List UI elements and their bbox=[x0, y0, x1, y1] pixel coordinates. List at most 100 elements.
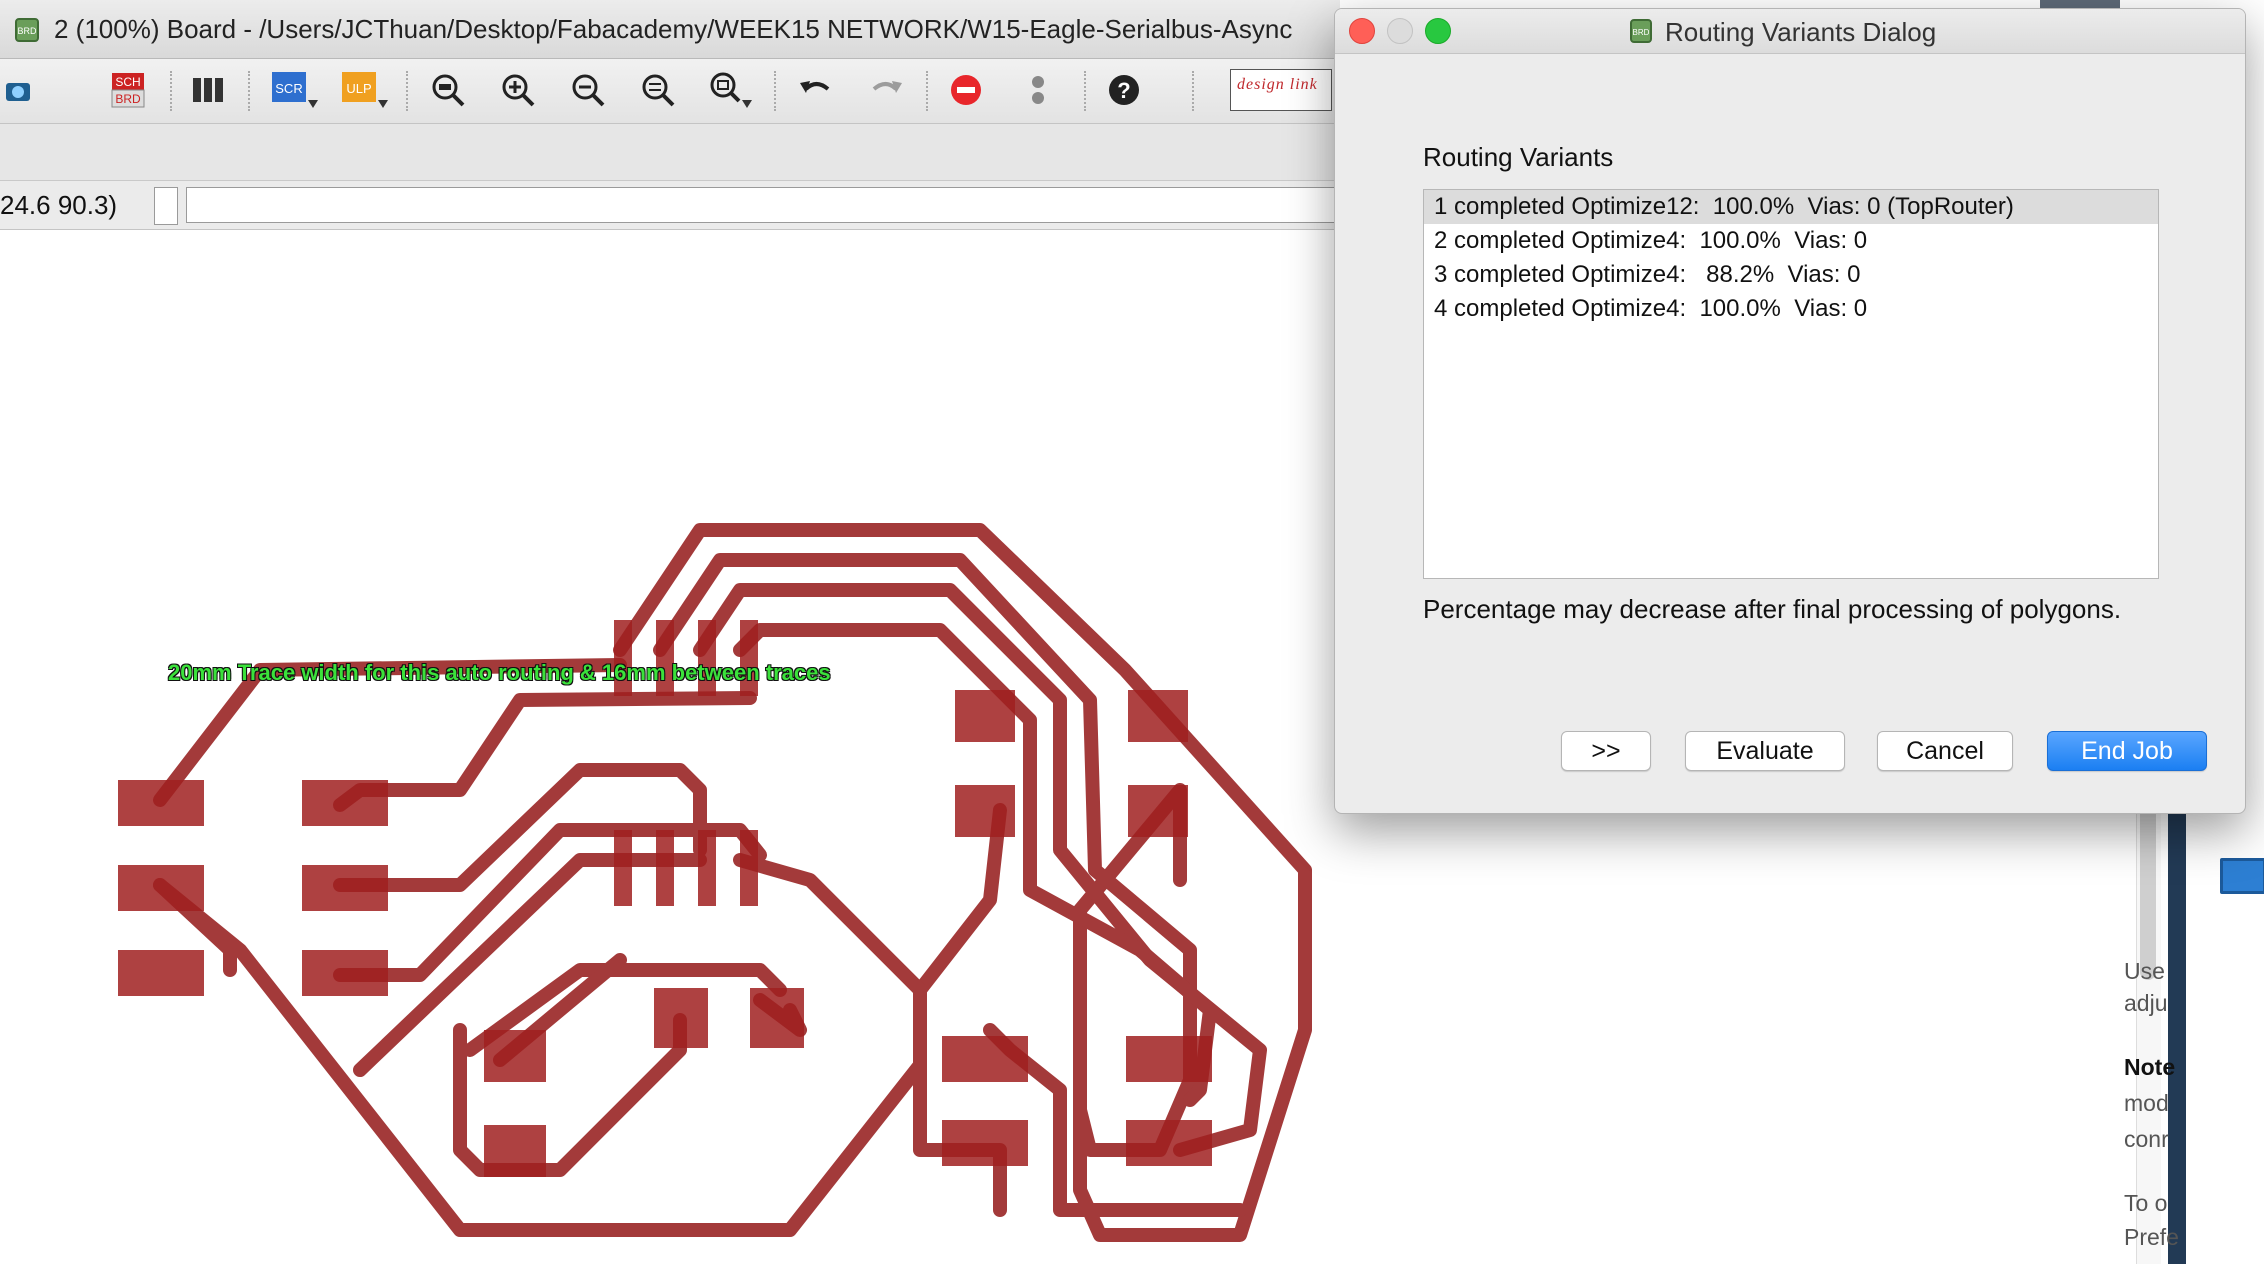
designlink-label: design link bbox=[1237, 76, 1318, 93]
variant-row-2[interactable]: 2 completed Optimize4: 100.0% Vias: 0 bbox=[1424, 224, 2158, 258]
svg-text:?: ? bbox=[1117, 78, 1130, 103]
routing-variants-list[interactable]: 1 completed Optimize12: 100.0% Vias: 0 (… bbox=[1423, 189, 2159, 579]
toolbar-separator bbox=[1192, 71, 1196, 111]
smd-pad bbox=[118, 780, 204, 826]
window-title: 2 (100%) Board - /Users/JCThuan/Desktop/… bbox=[54, 14, 1293, 44]
undo-button[interactable] bbox=[796, 67, 836, 113]
redo-icon bbox=[872, 81, 902, 93]
toolbar-separator bbox=[170, 71, 174, 111]
percentage-note: Percentage may decrease after final proc… bbox=[1423, 594, 2122, 624]
panel-fragment: adju bbox=[2124, 990, 2168, 1016]
panel-fragment: Prefe bbox=[2124, 1224, 2179, 1250]
brd-icon: BRD bbox=[15, 18, 39, 42]
dialog-titlebar: BRD Routing Variants Dialog bbox=[1335, 9, 2245, 54]
zoom-fit-icon bbox=[432, 74, 465, 107]
zoom-window-button[interactable] bbox=[1425, 18, 1451, 44]
cancel-button[interactable]: Cancel bbox=[1877, 731, 2013, 771]
section-label: Routing Variants bbox=[1423, 142, 1614, 172]
variant-row-3[interactable]: 3 completed Optimize4: 88.2% Vias: 0 bbox=[1424, 258, 2158, 292]
smd-pad bbox=[955, 785, 1015, 837]
smd-pad bbox=[942, 1036, 1028, 1082]
trace bbox=[153, 803, 1007, 1237]
scrollbar-thumb[interactable] bbox=[2140, 800, 2156, 980]
ulp-button[interactable]: ULP bbox=[340, 67, 390, 113]
stop-button[interactable] bbox=[946, 67, 986, 113]
svg-text:BRD: BRD bbox=[1633, 28, 1650, 37]
toolbar-separator bbox=[248, 71, 252, 111]
panel-fragment: To o bbox=[2124, 1190, 2168, 1216]
ic-pin bbox=[740, 830, 758, 906]
sch-brd-switch-icon: SCH BRD bbox=[111, 73, 145, 108]
ic-pin bbox=[698, 830, 716, 906]
minimize-window-button[interactable] bbox=[1387, 18, 1413, 44]
trace bbox=[333, 691, 757, 812]
library-button[interactable] bbox=[188, 67, 228, 113]
panel-fragment: mod bbox=[2124, 1090, 2169, 1116]
designlink-logo: design link bbox=[1230, 69, 1332, 111]
smd-pad bbox=[750, 988, 804, 1048]
end-job-button[interactable]: End Job bbox=[2047, 731, 2207, 771]
go-icon bbox=[1032, 76, 1044, 104]
variant-row-4[interactable]: 4 completed Optimize4: 100.0% Vias: 0 bbox=[1424, 292, 2158, 326]
help-icon: ? bbox=[1109, 75, 1139, 105]
smd-pad bbox=[1126, 1120, 1212, 1166]
smd-pad bbox=[302, 780, 388, 826]
variant-text: 1 completed Optimize12: 100.0% Vias: 0 (… bbox=[1434, 193, 2014, 220]
zoom-select-button[interactable] bbox=[708, 67, 756, 113]
zoom-in-button[interactable] bbox=[498, 67, 538, 113]
main-toolbar: SCH BRD SCR ULP ? design link bbox=[0, 59, 1340, 124]
help-button[interactable]: ? bbox=[1104, 67, 1144, 113]
secondary-toolbar bbox=[0, 124, 1340, 181]
svg-text:SCH: SCH bbox=[115, 75, 140, 89]
board-canvas[interactable]: 20mm Trace width for this auto routing &… bbox=[0, 230, 1340, 1264]
redo-button[interactable] bbox=[866, 67, 906, 113]
smd-pad bbox=[1126, 1036, 1212, 1082]
ic-pin bbox=[614, 830, 632, 906]
smd-pad bbox=[118, 865, 204, 911]
sch-brd-button[interactable]: SCH BRD bbox=[108, 67, 148, 113]
grid-toggle-box[interactable] bbox=[154, 187, 178, 225]
smd-pad bbox=[1128, 785, 1188, 837]
variant-text: 4 completed Optimize4: 100.0% Vias: 0 bbox=[1434, 295, 1868, 322]
panel-fragment: Use bbox=[2124, 958, 2165, 984]
command-bar: 24.6 90.3) bbox=[0, 181, 1340, 230]
go-button[interactable] bbox=[1018, 67, 1058, 113]
svg-text:BRD: BRD bbox=[115, 92, 141, 106]
variant-row-1[interactable]: 1 completed Optimize12: 100.0% Vias: 0 (… bbox=[1424, 190, 2158, 224]
svg-text:SCR: SCR bbox=[275, 81, 302, 96]
smd-pad bbox=[302, 950, 388, 996]
zoom-select-icon bbox=[710, 72, 752, 108]
variant-text: 2 completed Optimize4: 100.0% Vias: 0 bbox=[1434, 227, 1868, 254]
toolbar-separator bbox=[1084, 71, 1088, 111]
script-button[interactable]: SCR bbox=[270, 67, 320, 113]
smd-pad bbox=[654, 988, 708, 1048]
zoom-redraw-button[interactable] bbox=[638, 67, 678, 113]
close-window-button[interactable] bbox=[1349, 18, 1375, 44]
board-annotation: 20mm Trace width for this auto routing &… bbox=[168, 660, 831, 685]
variant-text: 3 completed Optimize4: 88.2% Vias: 0 bbox=[1434, 261, 1861, 288]
next-variant-button[interactable]: >> bbox=[1561, 731, 1651, 771]
camera-icon bbox=[6, 83, 30, 101]
smd-pad bbox=[302, 865, 388, 911]
library-icon bbox=[193, 78, 223, 102]
zoom-redraw-icon bbox=[642, 74, 675, 107]
undo-icon bbox=[800, 81, 830, 93]
toolbar-separator bbox=[926, 71, 930, 111]
stop-icon bbox=[951, 75, 981, 105]
main-window-titlebar: BRD 2 (100%) Board - /Users/JCThuan/Desk… bbox=[0, 0, 1340, 59]
smd-pad bbox=[118, 950, 204, 996]
smd-pad bbox=[955, 690, 1015, 742]
designlink-button[interactable]: design link bbox=[1228, 67, 1334, 113]
smd-pad bbox=[1128, 690, 1188, 742]
script-icon: SCR bbox=[272, 72, 318, 108]
evaluate-button[interactable]: Evaluate bbox=[1685, 731, 1845, 771]
camera-button[interactable] bbox=[4, 67, 32, 113]
svg-text:BRD: BRD bbox=[17, 26, 37, 36]
zoom-out-button[interactable] bbox=[568, 67, 608, 113]
smd-pad bbox=[484, 1125, 546, 1177]
zoom-fit-button[interactable] bbox=[428, 67, 468, 113]
svg-text:ULP: ULP bbox=[346, 81, 371, 96]
ic-pin bbox=[656, 830, 674, 906]
toolbar-separator bbox=[774, 71, 778, 111]
command-input[interactable] bbox=[186, 187, 1338, 223]
